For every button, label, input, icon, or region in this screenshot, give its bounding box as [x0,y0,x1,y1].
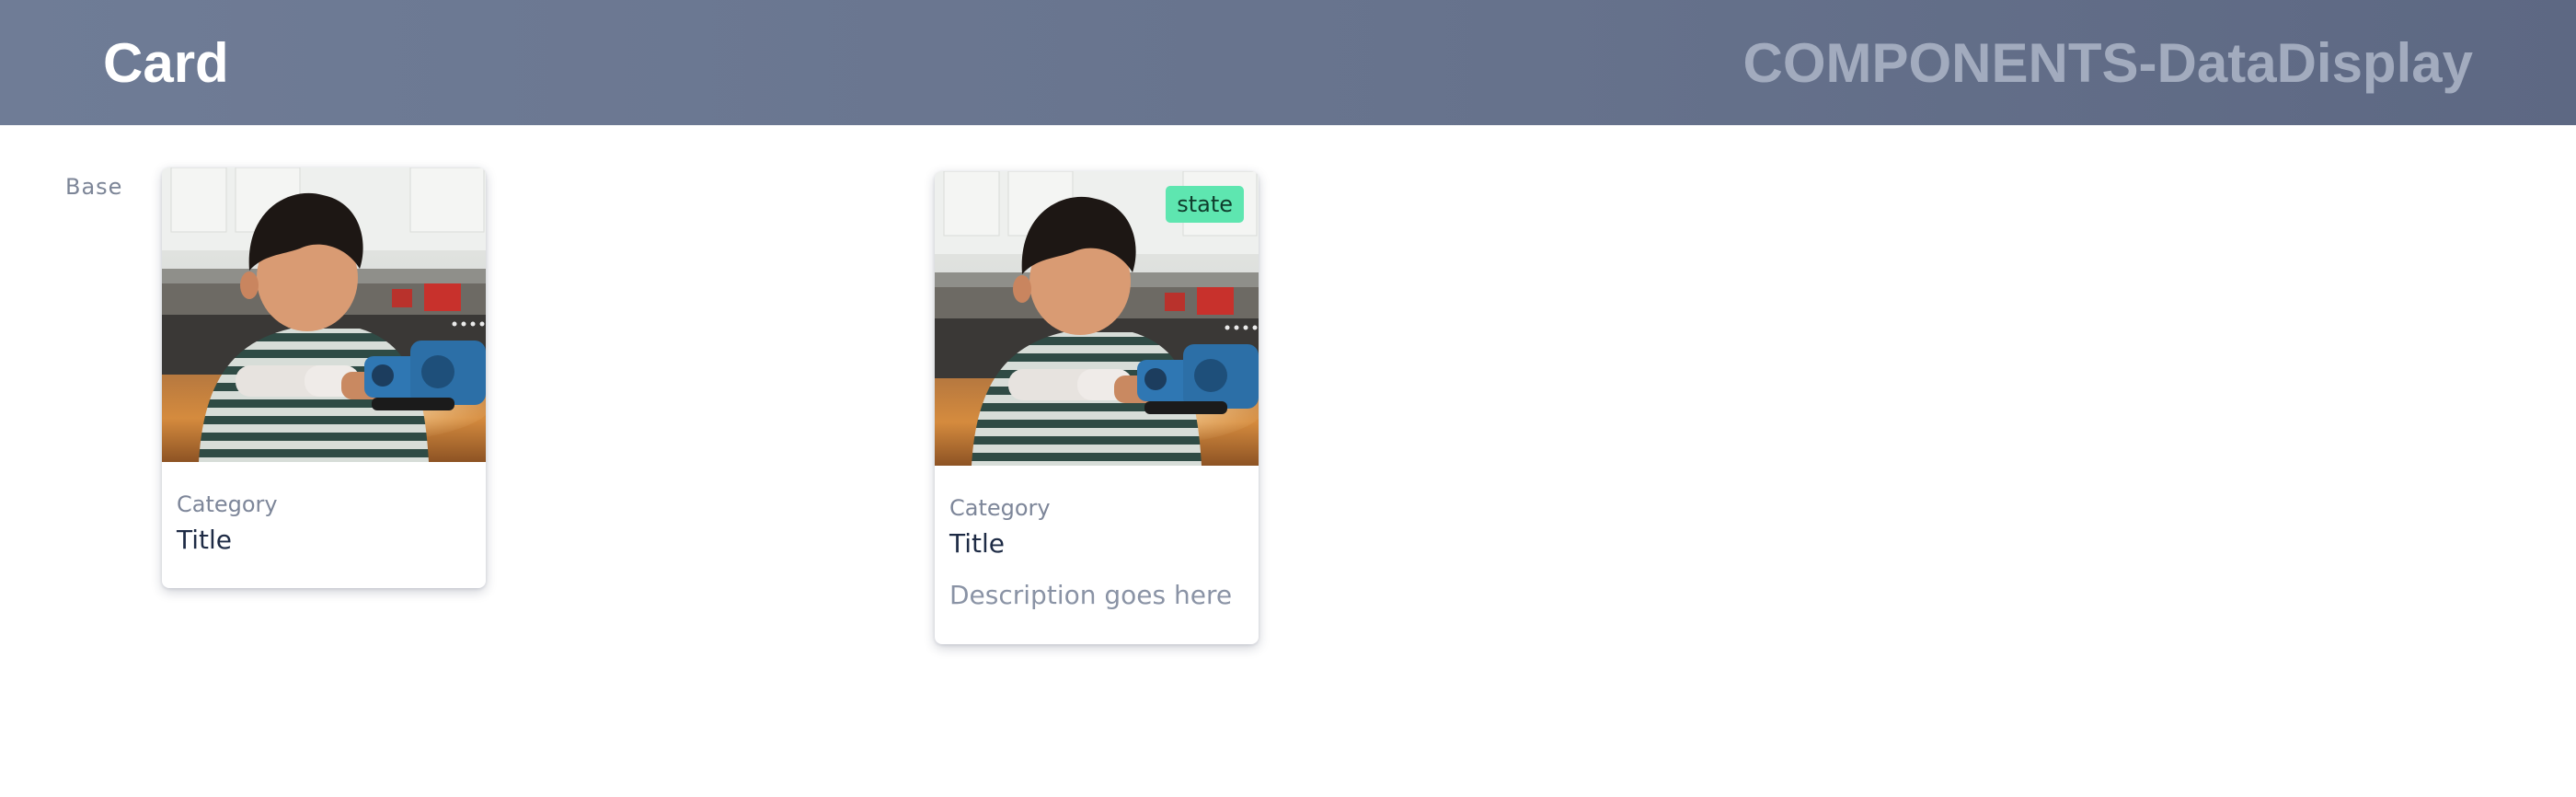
card-title: Title [177,525,233,555]
card-description: Description goes here [949,580,1233,610]
child-toy-photo [162,167,486,462]
card-with-description[interactable]: state Category Title Description goes he… [935,171,1259,644]
card-image [162,167,486,462]
section-name: COMPONENTS-DataDisplay [1742,32,2473,94]
page-header: Card COMPONENTS-DataDisplay [0,0,2576,125]
card-category: Category [177,491,278,517]
card-title: Title [949,528,1006,559]
row-label-base: Base [65,174,123,200]
state-badge: state [1166,186,1244,223]
card-base[interactable]: Category Title [162,167,486,588]
page-title: Card [103,32,229,94]
card-category: Category [949,495,1051,521]
card-image: state [935,171,1259,466]
